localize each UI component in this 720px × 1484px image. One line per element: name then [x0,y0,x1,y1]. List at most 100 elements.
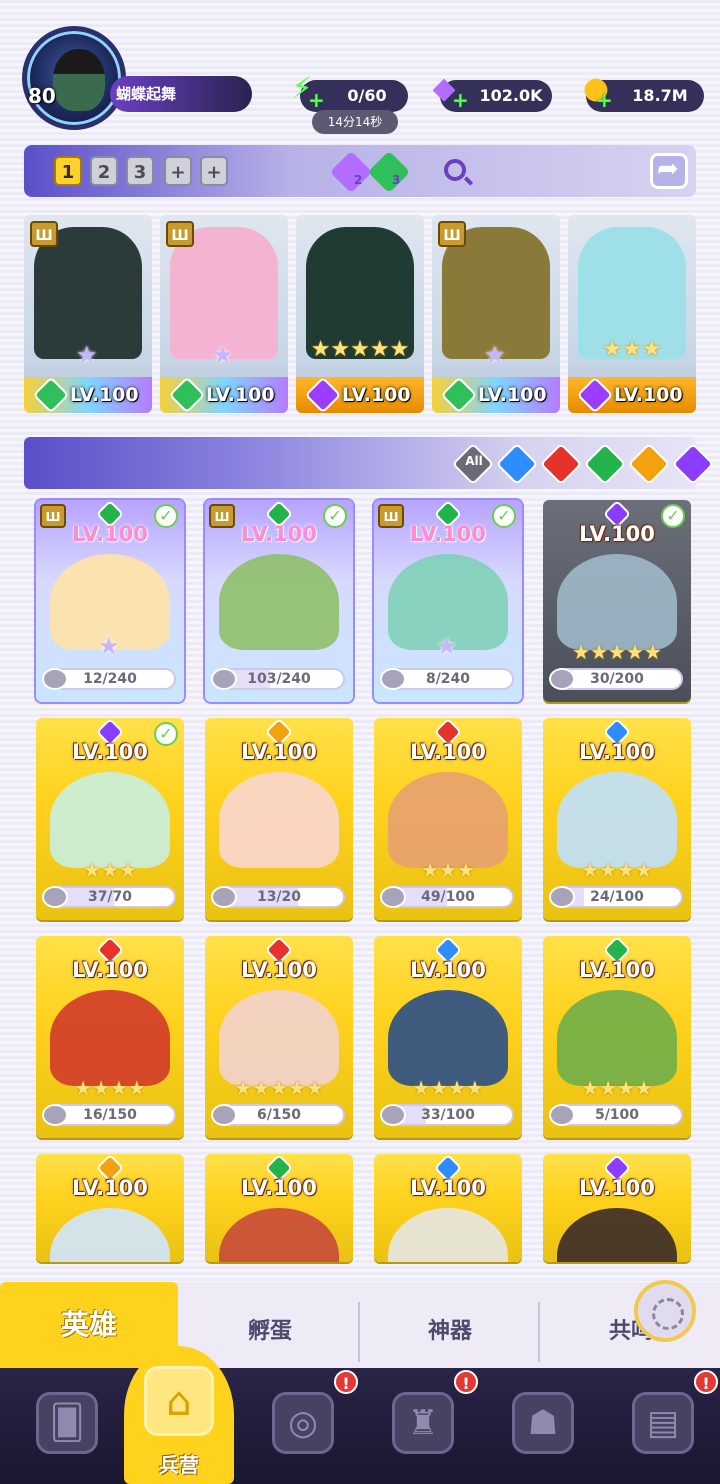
hero-card[interactable]: Ш ✓ LV.100 ★ 8/240 [374,500,522,702]
hero-card[interactable]: LV.100 13/20 [205,718,353,920]
hero-portrait [388,990,508,1086]
add-gold-button[interactable]: + [596,88,613,112]
nav-scroll[interactable]: ▤! [610,1370,718,1472]
hero-card[interactable]: LV.100 [36,1154,184,1262]
sub-tab-bar: 英雄 孵蛋 神器 共鸣 [0,1282,720,1368]
hero-portrait [388,772,508,868]
hero-card[interactable]: LV.100 ★★★★ 5/100 [543,936,691,1138]
filter-wind-button[interactable] [583,442,627,486]
team-hero-card[interactable]: ★★★★★ LV.100 [296,215,424,413]
cards-icon: 🂠 [36,1392,98,1454]
hero-card[interactable]: LV.100 ★★★ 49/100 [374,718,522,920]
alert-badge: ! [334,1370,358,1394]
star-rating: ★★★★ [412,1076,484,1100]
alert-badge: ! [694,1370,718,1394]
team-hero-card[interactable]: ★★★ LV.100 [568,215,696,413]
star-rating: ★ [212,341,234,369]
energy-value: 0/60 [347,86,387,105]
hero-card[interactable]: ✓ LV.100 ★★★ 37/70 [36,718,184,920]
filter-all-label: All [465,454,483,468]
harp-icon: Ш [166,221,194,247]
dark-element-count: 2 [354,173,363,187]
hero-portrait [557,554,677,650]
hero-card[interactable]: LV.100 ★★★★★ 6/150 [205,936,353,1138]
hero-card[interactable]: LV.100 ★★★★ 24/100 [543,718,691,920]
star-rating: ★★★★ [74,1076,146,1100]
shard-icon [549,668,575,690]
hero-level: LV.100 [410,958,486,982]
bottom-navigation: 🂠 ⌂ 兵营 ◎! ♜! ☗ ▤! [0,1346,720,1484]
hero-portrait [388,1208,508,1262]
filter-water-button[interactable] [495,442,539,486]
shard-icon [380,668,406,690]
hero-card[interactable]: Ш ✓ LV.100 ★ 12/240 [36,500,184,702]
player-avatar[interactable] [22,26,126,130]
star-rating: ★★★★ [581,1076,653,1100]
hero-level: LV.100 [579,522,655,546]
shard-icon [380,886,406,908]
team-hero-card[interactable]: Ш ★ LV.100 [160,215,288,413]
hero-card[interactable]: LV.100 [205,1154,353,1262]
team-tab-add-1[interactable]: + [164,156,192,186]
nav-cards[interactable]: 🂠 [14,1382,114,1472]
hero-level: LV.100 [241,958,317,982]
player-level: 80 [28,84,56,108]
team-tab-2[interactable]: 2 [90,156,118,186]
star-rating: ★★★ [421,858,475,882]
collection-button[interactable] [634,1280,696,1342]
tab-hatch[interactable]: 孵蛋 [182,1302,360,1362]
hero-portrait [219,554,339,650]
alert-badge: ! [454,1370,478,1394]
harp-icon: Ш [438,221,466,247]
wind-element-badge [367,150,411,194]
shard-icon [380,1104,406,1126]
hero-level: LV.100 [410,522,486,546]
star-rating: ★★★★★ [310,337,410,362]
hero-level: LV.100 [410,740,486,764]
team-tab-add-2[interactable]: + [200,156,228,186]
hero-level: LV.100 [579,1176,655,1200]
search-icon[interactable] [444,159,466,181]
team-selector-bar: 1 2 3 + + 2 3 [24,145,696,197]
hero-card[interactable]: Ш ✓ LV.100 103/240 [205,500,353,702]
harp-icon: Ш [30,221,58,247]
hero-portrait [219,990,339,1086]
filter-fire-button[interactable] [539,442,583,486]
scroll-icon: ▤ [632,1392,694,1454]
add-gems-button[interactable]: + [452,88,469,112]
hero-level: LV.100 [72,958,148,982]
shard-icon [549,1104,575,1126]
shard-icon [42,1104,68,1126]
hero-card[interactable]: LV.100 [374,1154,522,1262]
nav-guild[interactable]: ☗ [490,1382,590,1472]
add-energy-button[interactable]: + [308,88,325,112]
team-hero-card[interactable]: Ш ★ LV.100 [24,215,152,413]
star-rating: ★★★ [83,858,137,882]
nav-barracks[interactable]: ⌂ 兵营 [124,1346,234,1484]
filter-dark-button[interactable] [671,442,715,486]
team-hero-card[interactable]: Ш ★ LV.100 [432,215,560,413]
shard-icon [549,886,575,908]
hero-card[interactable]: ✓ LV.100 ★★★★★ 30/200 [543,500,691,702]
hero-level: LV.100 [579,740,655,764]
hero-portrait [50,990,170,1086]
top-status-bar: 80 蝴蝶起舞 0/60 ⚡ + 14分14秒 102.0K ◆ + 18.7M… [0,0,720,140]
nav-castle[interactable]: ♜! [370,1370,478,1472]
guild-icon: ☗ [512,1392,574,1454]
avatar-portrait [53,49,105,111]
shop-icon: ◎ [272,1392,334,1454]
hero-card[interactable]: LV.100 ★★★★ 16/150 [36,936,184,1138]
castle-icon: ♜ [392,1392,454,1454]
shard-icon [42,668,68,690]
team-tab-3[interactable]: 3 [126,156,154,186]
team-tab-1[interactable]: 1 [54,156,82,186]
nav-label: 兵营 [159,1453,199,1477]
tab-artifacts[interactable]: 神器 [362,1302,540,1362]
filter-light-button[interactable] [627,442,671,486]
hero-card[interactable]: LV.100 ★★★★ 33/100 [374,936,522,1138]
hero-level: LV.100 [241,522,317,546]
hero-portrait [50,1208,170,1262]
nav-shop[interactable]: ◎! [250,1370,358,1472]
share-icon[interactable] [650,153,688,189]
hero-card[interactable]: LV.100 [543,1154,691,1262]
